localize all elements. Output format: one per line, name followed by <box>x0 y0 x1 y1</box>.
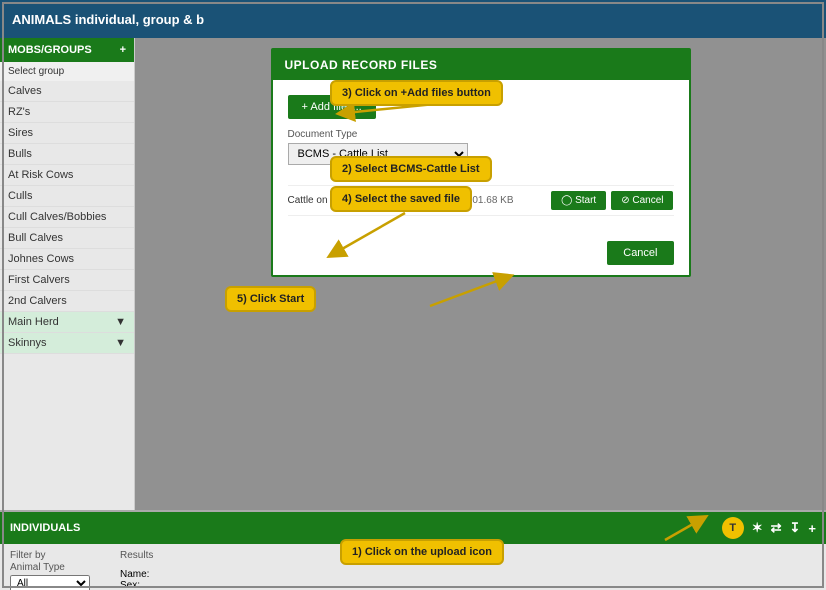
callout-step1: 1) Click on the upload icon <box>340 539 504 565</box>
upload-icon[interactable]: T <box>722 517 744 539</box>
main-layout: MOBS/GROUPS + Select group Calves RZ's S… <box>0 38 826 510</box>
file-size: 101.68 KB <box>467 195 514 206</box>
cancel-file-button[interactable]: ⊘ Cancel <box>611 191 673 210</box>
sidebar-header: MOBS/GROUPS + <box>0 38 134 62</box>
sidebar-item-2nd-calvers[interactable]: 2nd Calvers <box>0 291 134 312</box>
sidebar-item-skinnys[interactable]: Skinnys▼ <box>0 333 134 354</box>
result-sex: Sex: <box>120 580 153 590</box>
cancel-modal-button[interactable]: Cancel <box>607 241 673 265</box>
sidebar-item-calves[interactable]: Calves <box>0 81 134 102</box>
results-label: Results <box>120 550 153 561</box>
doc-type-label: Document Type <box>288 129 674 140</box>
top-bar: ANIMALS individual, group & b <box>0 0 826 38</box>
callout-step5: 5) Click Start <box>225 286 316 312</box>
sidebar-item-cull-calves[interactable]: Cull Calves/Bobbies <box>0 207 134 228</box>
sidebar-header-label: MOBS/GROUPS <box>8 44 92 56</box>
callout-step2: 2) Select BCMS-Cattle List <box>330 156 492 182</box>
individuals-label: INDIVIDUALS <box>10 522 80 534</box>
sidebar-item-first-calvers[interactable]: First Calvers <box>0 270 134 291</box>
modal-overlay: UPLOAD RECORD FILES + Add files... Docum… <box>135 38 826 510</box>
animal-type-select[interactable]: All <box>10 575 90 590</box>
modal-footer: Cancel <box>273 231 689 275</box>
animal-type-label: Animal Type <box>10 562 65 573</box>
content-area: UPLOAD RECORD FILES + Add files... Docum… <box>135 38 826 510</box>
sidebar-item-culls[interactable]: Culls <box>0 186 134 207</box>
sidebar: MOBS/GROUPS + Select group Calves RZ's S… <box>0 38 135 510</box>
sidebar-item-at-risk-cows[interactable]: At Risk Cows <box>0 165 134 186</box>
sidebar-plus-icon[interactable]: + <box>120 44 126 56</box>
file-actions: ◯ Start ⊘ Cancel <box>551 191 673 210</box>
sidebar-item-bulls[interactable]: Bulls <box>0 144 134 165</box>
filter-by-section: Filter by Animal Type All <box>10 549 90 590</box>
sidebar-item-main-herd[interactable]: Main Herd▼ <box>0 312 134 333</box>
callout-step3: 3) Click on +Add files button <box>330 80 503 106</box>
sort-icon[interactable]: ⇄ <box>771 520 782 536</box>
sidebar-item-bull-calves[interactable]: Bull Calves <box>0 228 134 249</box>
sidebar-item-sires[interactable]: Sires <box>0 123 134 144</box>
modal-header: UPLOAD RECORD FILES <box>273 50 689 80</box>
sidebar-subheader: Select group <box>0 62 134 81</box>
callout-step4: 4) Select the saved file <box>330 186 472 212</box>
filter-by-label: Filter by <box>10 550 46 561</box>
sidebar-item-rzs[interactable]: RZ's <box>0 102 134 123</box>
result-name: Name: <box>120 569 153 580</box>
expand-icon[interactable]: ✶ <box>752 520 763 536</box>
add-icon[interactable]: + <box>808 521 816 536</box>
sidebar-item-johnes-cows[interactable]: Johnes Cows <box>0 249 134 270</box>
bottom-panel-header-right: T ✶ ⇄ ↧ + <box>722 517 816 539</box>
results-section: Results Name: Sex: <box>120 549 153 590</box>
start-button[interactable]: ◯ Start <box>551 191 606 210</box>
top-bar-title: ANIMALS individual, group & b <box>12 12 204 27</box>
download-icon[interactable]: ↧ <box>790 520 801 536</box>
